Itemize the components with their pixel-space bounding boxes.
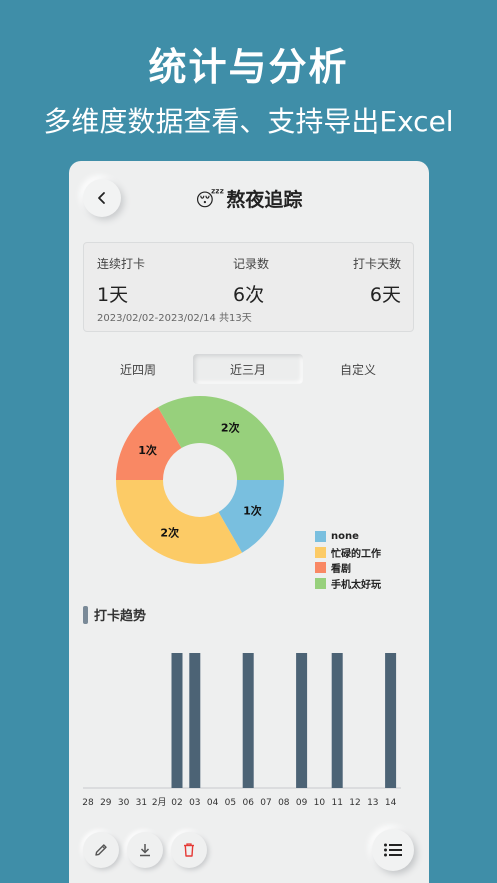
legend-swatch [315,577,326,589]
tab-four-weeks[interactable]: 近四周 [83,354,193,384]
stat-records: 记录数 6次 [233,255,269,307]
promo-title: 统计与分析 [148,45,349,89]
x-tick-label: 03 [189,798,200,808]
x-tick-label: 02 [171,798,182,808]
trash-icon [184,843,194,857]
stats-card: 连续打卡 1天 记录数 6次 打卡天数 6天 2023/02/02-2023/0… [83,242,414,332]
trend-bar [189,653,201,788]
x-tick-label: 04 [207,798,219,808]
tab-three-months[interactable]: 近三月 [193,354,303,384]
section-marker [83,605,88,624]
x-tick-label: 10 [314,798,326,808]
page-title-text: 熬夜追踪 [226,189,303,211]
app-screen: 😴 熬夜追踪 连续打卡 1天 记录数 6次 打卡天数 6天 2023/02/02-… [69,161,429,883]
x-tick-label: 07 [260,798,271,808]
x-tick-label: 09 [296,798,308,808]
page-title: 😴 熬夜追踪 [69,185,429,212]
x-tick-label: 31 [136,798,147,808]
period-tabs: 近四周 近三月 自定义 [83,354,414,384]
stat-streak-value: 1天 [97,284,129,306]
trend-bar [331,653,343,788]
stat-days-value: 6天 [369,284,401,306]
export-button[interactable] [127,832,163,868]
promo-subtitle: 多维度数据查看、支持导出Excel [43,105,454,138]
trend-bar-chart: 28 29 30 31 2月 02 03 04 05 06 07 08 09 10 11 12 13 14 [82,653,401,808]
legend-item: 看剧 [315,560,381,576]
list-button[interactable] [372,829,414,871]
trend-bar [296,653,308,788]
pie-slice-label: 2次 [160,525,179,539]
pencil-icon [95,844,107,856]
legend-swatch [315,562,326,574]
legend-item: 手机太好玩 [315,576,381,592]
stats-date-range: 2023/02/02-2023/02/14 共13天 [97,313,252,324]
chart-legend: none 忙碌的工作 看剧 手机太好玩 [315,529,381,591]
legend-label: none [331,531,359,543]
legend-swatch [315,531,326,543]
legend-label: 手机太好玩 [331,579,381,591]
pie-slice [158,396,284,480]
stat-records-label: 记录数 [233,257,270,271]
x-tick-label: 06 [242,798,254,808]
x-tick-label: 2月 [152,797,167,808]
pie-slice-label: 1次 [138,443,157,457]
x-tick-label: 13 [367,798,378,808]
trend-title: 打卡趋势 [94,609,147,624]
pie-slice [116,480,242,564]
x-tick-label: 30 [118,798,130,808]
stat-days: 打卡天数 6天 [353,255,401,307]
tab-custom[interactable]: 自定义 [303,354,413,384]
pie-slice-label: 1次 [243,503,262,517]
trend-bar [242,653,254,788]
stat-streak-label: 连续打卡 [97,257,146,271]
x-tick-label: 11 [331,798,342,808]
pie-chart: 1次 2次 1次 2次 [116,396,284,564]
x-tick-label: 08 [278,798,290,808]
legend-item: none [315,529,381,545]
trend-bar [385,653,397,788]
legend-item: 忙碌的工作 [315,545,381,561]
trend-heading: 打卡趋势 [83,605,146,624]
x-tick-label: 14 [385,798,397,808]
x-tick-label: 05 [225,798,236,808]
legend-swatch [315,546,326,558]
legend-label: 忙碌的工作 [331,548,381,560]
sleepy-emoji-icon: 😴 [195,190,225,211]
pie-slice-label: 2次 [221,421,240,435]
trend-bar [171,653,183,788]
delete-button[interactable] [171,832,207,868]
stat-records-value: 6次 [233,284,265,306]
legend-label: 看剧 [331,564,351,576]
download-icon [140,844,150,857]
x-tick-label: 12 [349,798,360,808]
stat-streak: 连续打卡 1天 [97,255,145,307]
x-tick-label: 29 [100,798,112,808]
x-tick-label: 28 [82,798,94,808]
stat-days-label: 打卡天数 [352,257,401,271]
list-icon [384,843,402,857]
edit-button[interactable] [83,832,119,868]
